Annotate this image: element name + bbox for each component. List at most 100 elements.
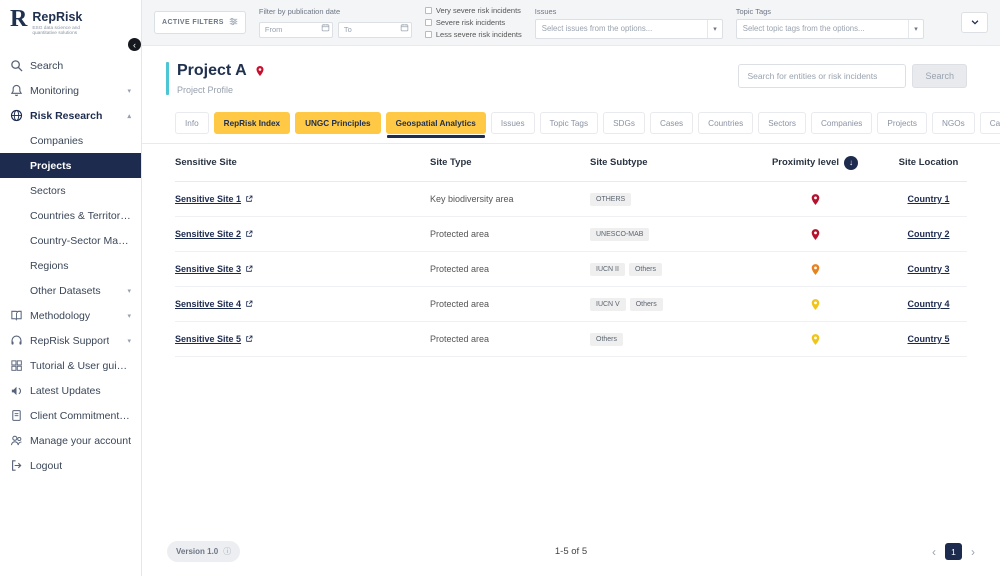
tab-reprisk-index[interactable]: RepRisk Index — [213, 112, 291, 134]
site-type-cell: Protected area — [430, 264, 490, 274]
tab-ngos[interactable]: NGOs — [931, 112, 975, 134]
sidebar-item-risk-research[interactable]: Risk Research ▴ — [0, 103, 141, 128]
sidebar-item-sectors[interactable]: Sectors — [0, 178, 141, 203]
country-link[interactable]: Country 5 — [907, 334, 949, 344]
subtype-chip: Others — [590, 332, 624, 346]
collapse-sidebar-icon: ‹ — [133, 39, 136, 50]
entity-search: Search — [738, 64, 967, 95]
search-button[interactable]: Search — [912, 64, 967, 88]
tab-companies[interactable]: Companies — [810, 112, 873, 134]
document-icon — [10, 409, 23, 422]
sidebar-item-countries-territories[interactable]: Countries & Territories — [0, 203, 141, 228]
collapse-filters-button[interactable] — [961, 12, 988, 33]
severity-label: Severe risk incidents — [435, 18, 506, 27]
checkbox-icon[interactable] — [424, 31, 432, 38]
sidebar-item-methodology[interactable]: Methodology ▾ — [0, 303, 141, 328]
collapse-sidebar-button[interactable]: ‹ — [128, 38, 141, 51]
tab-campaigns[interactable]: Campaigns — [979, 112, 1000, 134]
sidebar-item-client-charter[interactable]: Client Commitment Charter — [0, 403, 141, 428]
calendar-icon[interactable] — [400, 23, 409, 32]
tab-cases[interactable]: Cases — [649, 112, 694, 134]
severity-less-severe-checkbox[interactable]: Less severe risk incidents — [424, 30, 522, 39]
sensitive-site-link[interactable]: Sensitive Site 3 — [175, 264, 253, 274]
country-link[interactable]: Country 4 — [907, 299, 949, 309]
topic-tags-label: Topic Tags — [735, 6, 772, 16]
sidebar-item-other-datasets[interactable]: Other Datasets ▾ — [0, 278, 141, 303]
external-link-icon — [246, 230, 253, 237]
table-row: Sensitive Site 4 Protected area IUCN V Ot… — [175, 287, 967, 322]
checkbox-icon[interactable] — [424, 7, 432, 14]
pagination: ‹ 1 › — [932, 543, 975, 560]
country-link[interactable]: Country 2 — [907, 229, 949, 239]
chevron-down-icon: ▾ — [127, 87, 131, 95]
sidebar-item-monitoring[interactable]: Monitoring ▾ — [0, 78, 141, 103]
tab-geospatial-analytics[interactable]: Geospatial Analytics — [385, 112, 486, 138]
filter-bar: ACTIVE FILTERS Filter by publication dat… — [142, 0, 1000, 46]
sidebar-item-companies[interactable]: Companies — [0, 128, 141, 153]
users-icon — [10, 434, 23, 447]
active-filters-label: ACTIVE FILTERS — [162, 19, 224, 26]
sidebar-item-regions[interactable]: Regions — [0, 253, 141, 278]
chevron-up-icon: ▴ — [127, 112, 131, 120]
column-header-sensitive-site: Sensitive Site — [175, 157, 237, 168]
current-page-button[interactable]: 1 — [945, 543, 962, 560]
search-input[interactable] — [738, 64, 907, 88]
sidebar-item-label: Methodology — [30, 309, 91, 322]
sliders-icon — [229, 17, 238, 28]
subtype-chip: UNESCO-MAB — [590, 227, 650, 241]
severity-severe-checkbox[interactable]: Severe risk incidents — [424, 18, 522, 27]
next-page-button[interactable]: › — [971, 545, 975, 559]
table-row: Sensitive Site 5 Protected area Others C… — [175, 322, 967, 357]
tab-issues[interactable]: Issues — [490, 112, 535, 134]
sidebar-item-latest-updates[interactable]: Latest Updates — [0, 378, 141, 403]
chevron-down-icon: ▾ — [127, 312, 131, 320]
tab-sdgs[interactable]: SDGs — [603, 112, 645, 134]
site-link-label: Sensitive Site 4 — [175, 299, 242, 309]
tab-topic-tags[interactable]: Topic Tags — [539, 112, 599, 134]
country-link[interactable]: Country 1 — [907, 194, 949, 204]
severity-very-severe-checkbox[interactable]: Very severe risk incidents — [424, 6, 522, 15]
issues-select[interactable]: Select issues from the options... ▾ — [534, 18, 723, 39]
sensitive-site-link[interactable]: Sensitive Site 5 — [175, 334, 253, 344]
previous-page-button[interactable]: ‹ — [932, 545, 936, 559]
subtype-chip: IUCN II — [590, 262, 625, 276]
location-pin-icon — [254, 65, 266, 77]
tab-projects[interactable]: Projects — [877, 112, 927, 134]
active-filters-button[interactable]: ACTIVE FILTERS — [154, 11, 246, 34]
sidebar-item-tutorial[interactable]: Tutorial & User guides — [0, 353, 141, 378]
version-button[interactable]: Version 1.0 ⓘ — [167, 541, 241, 562]
topic-tags-select[interactable]: Select topic tags from the options... ▾ — [735, 18, 924, 39]
tab-bar: Info RepRisk Index UNGC Principles Geosp… — [142, 103, 1000, 144]
country-link[interactable]: Country 3 — [907, 264, 949, 274]
sidebar-item-label: Manage your account — [30, 434, 131, 447]
sensitive-site-link[interactable]: Sensitive Site 4 — [175, 299, 253, 309]
sidebar-item-manage-account[interactable]: Manage your account — [0, 428, 141, 453]
sensitive-site-link[interactable]: Sensitive Site 1 — [175, 194, 253, 204]
chevron-down-icon: ▾ — [707, 19, 722, 38]
calendar-icon[interactable] — [321, 23, 330, 32]
sidebar-item-projects[interactable]: Projects — [0, 153, 141, 179]
sidebar-item-label: Regions — [30, 259, 69, 272]
sensitive-site-link[interactable]: Sensitive Site 2 — [175, 229, 253, 239]
issues-filter: Issues Select issues from the options...… — [534, 7, 723, 39]
tab-sectors[interactable]: Sectors — [758, 112, 806, 134]
tab-info[interactable]: Info — [175, 112, 209, 134]
column-header-proximity-level: Proximity level — [771, 157, 840, 168]
accent-bar — [166, 62, 169, 95]
table-row: Sensitive Site 3 Protected area IUCN II O… — [175, 252, 967, 287]
sort-desc-icon[interactable]: ↓ — [844, 155, 859, 170]
footer: Version 1.0 ⓘ 1-5 of 5 ‹ 1 › — [142, 533, 1000, 576]
book-icon — [10, 309, 23, 322]
sidebar-item-label: RepRisk Support — [30, 334, 110, 347]
grid-icon — [10, 359, 23, 372]
tab-ungc-principles[interactable]: UNGC Principles — [295, 112, 381, 134]
sidebar-item-search[interactable]: Search — [0, 53, 141, 78]
site-type-cell: Protected area — [430, 229, 490, 239]
sidebar-item-logout[interactable]: Logout — [0, 453, 141, 478]
tab-countries[interactable]: Countries — [698, 112, 754, 134]
sidebar-item-country-sector-matrix[interactable]: Country-Sector Matrix — [0, 228, 141, 253]
sidebar-item-reprisk-support[interactable]: RepRisk Support ▾ — [0, 328, 141, 353]
column-header-site-type: Site Type — [430, 157, 472, 168]
checkbox-icon[interactable] — [424, 19, 432, 26]
chevron-down-icon: ▾ — [908, 19, 923, 38]
